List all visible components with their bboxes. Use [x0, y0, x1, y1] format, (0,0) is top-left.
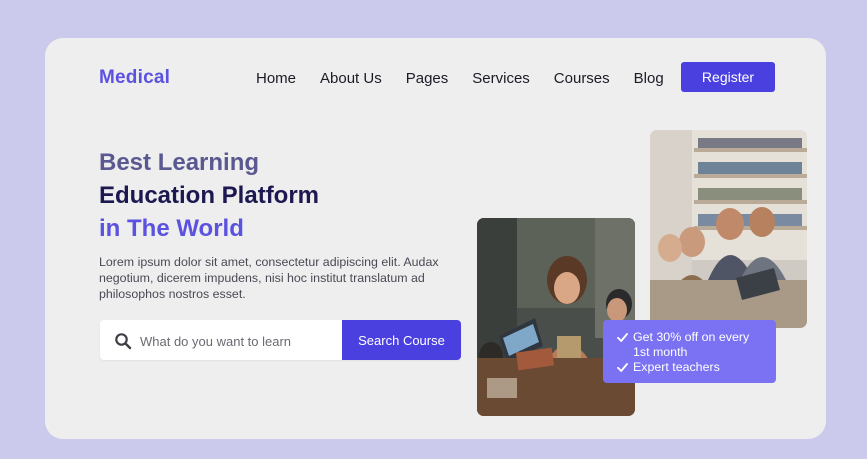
- check-icon: [617, 362, 628, 373]
- nav-courses[interactable]: Courses: [554, 70, 610, 87]
- search-input[interactable]: [138, 320, 342, 362]
- search-course-button[interactable]: Search Course: [342, 320, 461, 360]
- hero-title: Best Learning Education Platform in The …: [99, 146, 319, 245]
- nav-blog[interactable]: Blog: [634, 70, 664, 87]
- promo-badge: Get 30% off on every 1st month Expert te…: [603, 320, 776, 383]
- search-icon: [114, 332, 132, 350]
- nav-about-us[interactable]: About Us: [320, 70, 382, 87]
- promo-item: Expert teachers: [617, 360, 766, 375]
- main-nav: Home About Us Pages Services Courses Blo…: [256, 70, 688, 87]
- check-icon: [617, 332, 628, 343]
- promo-item-label: Expert teachers: [633, 360, 720, 374]
- hero-card: Medical Home About Us Pages Services Cou…: [45, 38, 826, 439]
- students-laptop-photo: [477, 218, 635, 416]
- nav-home[interactable]: Home: [256, 70, 296, 87]
- nav-pages[interactable]: Pages: [406, 70, 449, 87]
- nav-services[interactable]: Services: [472, 70, 530, 87]
- library-study-photo: [650, 130, 807, 328]
- search-bar: Search Course: [100, 320, 461, 362]
- hero-title-line-1: Best Learning: [99, 149, 260, 176]
- hero-title-line-2: Education Platform: [99, 182, 320, 209]
- hero-title-line-3: in The World: [99, 215, 244, 242]
- promo-item-label: Get 30% off on every 1st month: [633, 330, 750, 359]
- brand-logo[interactable]: Medical: [99, 67, 170, 89]
- hero-description: Lorem ipsum dolor sit amet, consectetur …: [99, 255, 439, 301]
- register-button[interactable]: Register: [681, 62, 775, 92]
- promo-item: Get 30% off on every 1st month: [617, 330, 766, 360]
